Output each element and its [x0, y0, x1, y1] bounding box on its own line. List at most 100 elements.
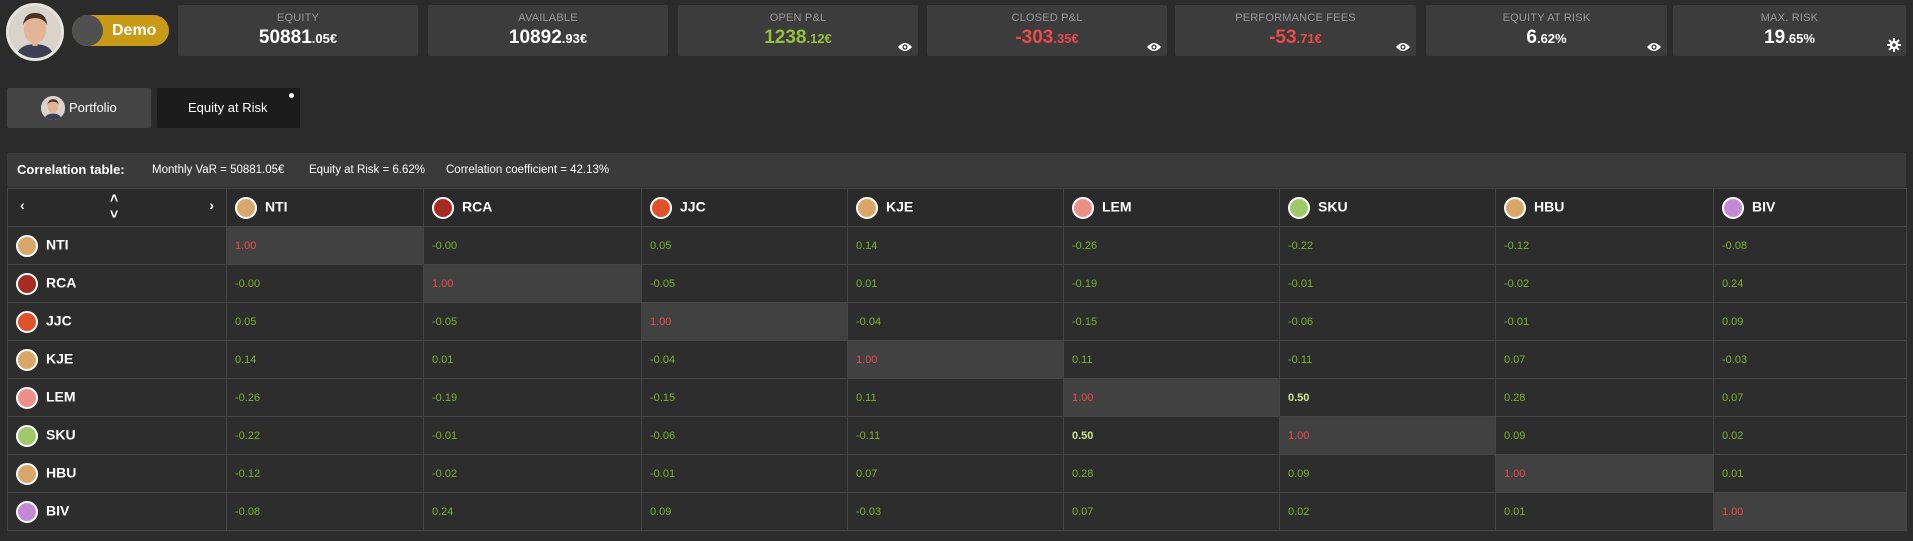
row-header-nti[interactable]: NTI	[7, 226, 227, 265]
correlation-cell: -0.00	[423, 226, 642, 265]
column-header-jjc[interactable]: JJC	[641, 188, 848, 227]
correlation-cell: 1.00	[1713, 492, 1907, 531]
correlation-cell: 0.07	[847, 454, 1064, 493]
stat-value-int: 50881	[258, 27, 312, 48]
scroll-left-icon[interactable]: ‹	[20, 197, 25, 213]
stat-title: OPEN P&L	[769, 12, 827, 24]
stat-title: EQUITY AT RISK	[1502, 12, 1591, 24]
correlation-cell: -0.11	[847, 416, 1064, 455]
eye-icon[interactable]	[897, 40, 913, 52]
stat-value-decimals: .71€	[1296, 31, 1322, 46]
demo-mode-label: Demo	[112, 22, 157, 39]
eye-icon[interactable]	[1146, 40, 1162, 52]
correlation-cell: -0.06	[641, 416, 848, 455]
stat-title: EQUITY	[276, 12, 320, 24]
column-header-lem[interactable]: LEM	[1063, 188, 1280, 227]
tab-portfolio[interactable]: Portfolio	[7, 88, 151, 128]
scroll-down-icon[interactable]: ˅	[110, 206, 118, 222]
row-header-label: KJE	[46, 350, 74, 367]
column-header-rca[interactable]: RCA	[423, 188, 642, 227]
stat-title: AVAILABLE	[518, 12, 578, 24]
row-header-biv[interactable]: BIV	[7, 492, 227, 531]
stat-performance-fees: PERFORMANCE FEES -53.71€	[1175, 5, 1416, 56]
correlation-cell: 0.09	[1495, 416, 1714, 455]
row-header-label: SKU	[46, 426, 76, 443]
correlation-cell: -0.01	[423, 416, 642, 455]
correlation-cell: -0.03	[847, 492, 1064, 531]
row-header-rca[interactable]: RCA	[7, 264, 227, 303]
row-header-hbu[interactable]: HBU	[7, 454, 227, 493]
row-header-sku[interactable]: SKU	[7, 416, 227, 455]
correlation-cell: 0.50	[1279, 378, 1496, 417]
stat-value-int: 6	[1526, 27, 1537, 48]
stat-value: 6.62%	[1426, 27, 1667, 49]
table-row: BIV -0.08 0.24 0.09 -0.03 0.07 0.02 0.01 1.00	[7, 492, 1907, 531]
correlation-cell: 0.02	[1713, 416, 1907, 455]
column-header-label: SKU	[1318, 198, 1348, 215]
correlation-cell: 0.02	[1279, 492, 1496, 531]
column-header-label: BIV	[1752, 198, 1776, 215]
correlation-cell: -0.08	[1713, 226, 1907, 265]
correlation-cell: 0.28	[1495, 378, 1714, 417]
symbol-color-icon	[856, 196, 878, 219]
correlation-cell: -0.12	[226, 454, 424, 493]
tab-equity-at-risk[interactable]: Equity at Risk	[157, 88, 300, 128]
stat-closed-p-l: CLOSED P&L -303.35€	[927, 5, 1167, 56]
column-header-kje[interactable]: KJE	[847, 188, 1064, 227]
row-header-jjc[interactable]: JJC	[7, 302, 227, 341]
symbol-color-icon	[16, 348, 38, 371]
eye-icon[interactable]	[1395, 40, 1411, 52]
stat-value-int: 1238	[764, 27, 807, 48]
correlation-cell: 0.24	[1713, 264, 1907, 303]
user-avatar[interactable]	[6, 3, 64, 61]
column-header-nti[interactable]: NTI	[226, 188, 424, 227]
stat-title: CLOSED P&L	[1011, 12, 1083, 24]
correlation-cell: -0.22	[226, 416, 424, 455]
correlation-cell: 0.01	[423, 340, 642, 379]
stat-value-int: 10892	[508, 27, 562, 48]
correlation-cell: 0.01	[1713, 454, 1907, 493]
correlation-cell: 0.28	[1063, 454, 1280, 493]
column-header-hbu[interactable]: HBU	[1495, 188, 1714, 227]
correlation-cell: -0.26	[226, 378, 424, 417]
stat-value: 1238.12€	[678, 27, 918, 49]
correlation-cell: 1.00	[1495, 454, 1714, 493]
correlation-cell: 0.05	[641, 226, 848, 265]
correlation-cell: 1.00	[1063, 378, 1280, 417]
stat-value: 50881.05€	[178, 27, 418, 49]
correlation-cell: 0.01	[1495, 492, 1714, 531]
symbol-color-icon	[1072, 196, 1094, 219]
portfolio-avatar-icon	[41, 96, 65, 120]
gear-icon[interactable]	[1887, 38, 1901, 52]
table-row: RCA -0.00 1.00 -0.05 0.01 -0.19 -0.01 -0.02 0.24	[7, 264, 1907, 303]
row-header-label: JJC	[46, 312, 72, 329]
stat-value: 10892.93€	[428, 27, 668, 49]
correlation-cell: -0.12	[1495, 226, 1714, 265]
correlation-cell: 0.07	[1713, 378, 1907, 417]
correlation-cell: -0.04	[641, 340, 848, 379]
symbol-color-icon	[432, 196, 454, 219]
correlation-cell: -0.15	[641, 378, 848, 417]
scroll-up-icon[interactable]: ˄	[110, 190, 118, 206]
correlation-cell: -0.05	[423, 302, 642, 341]
correlation-cell: 0.14	[226, 340, 424, 379]
scroll-right-icon[interactable]: ›	[209, 197, 214, 213]
column-header-sku[interactable]: SKU	[1279, 188, 1496, 227]
correlation-cell: 0.09	[1279, 454, 1496, 493]
correlation-header: Correlation table: Monthly VaR = 50881.0…	[7, 153, 1906, 187]
row-header-kje[interactable]: KJE	[7, 340, 227, 379]
stat-title: MAX. RISK	[1760, 12, 1819, 24]
stat-value-decimals: .62%	[1536, 31, 1567, 46]
demo-mode-toggle[interactable]: Demo	[72, 15, 169, 46]
correlation-cell: 1.00	[847, 340, 1064, 379]
correlation-cell: -0.05	[641, 264, 848, 303]
eye-icon[interactable]	[1646, 40, 1662, 52]
column-header-biv[interactable]: BIV	[1713, 188, 1907, 227]
correlation-cell: 1.00	[226, 226, 424, 265]
stat-value-decimals: .35€	[1053, 31, 1079, 46]
correlation-cell: -0.03	[1713, 340, 1907, 379]
symbol-color-icon	[16, 500, 38, 523]
correlation-cell: -0.15	[1063, 302, 1280, 341]
row-header-lem[interactable]: LEM	[7, 378, 227, 417]
user-portrait-icon	[9, 6, 61, 58]
